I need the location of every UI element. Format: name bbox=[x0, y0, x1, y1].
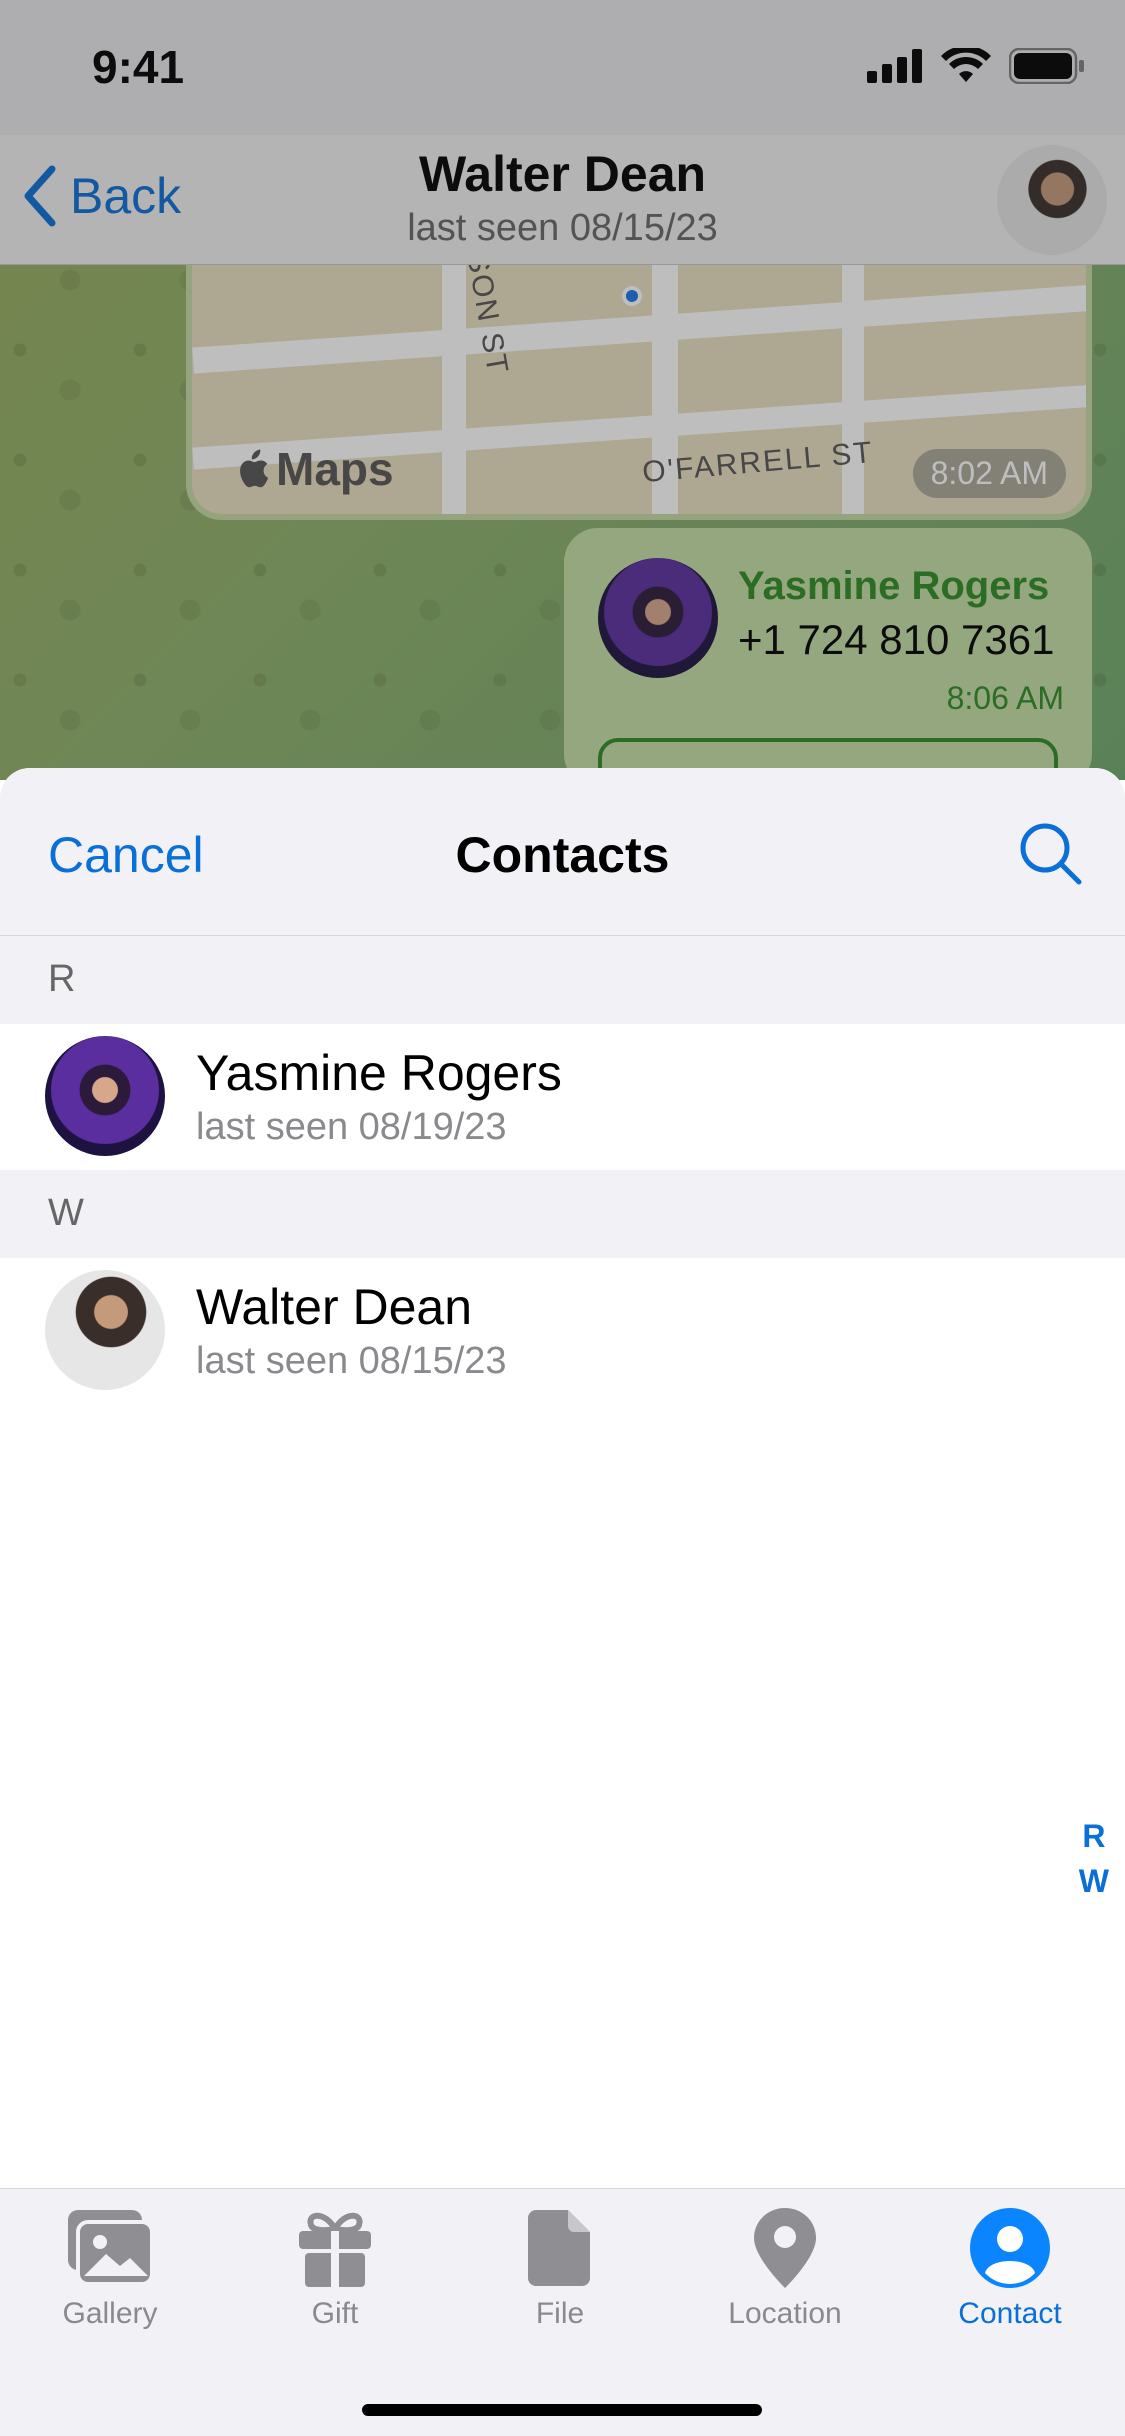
avatar bbox=[45, 1036, 165, 1156]
gallery-icon bbox=[68, 2210, 154, 2286]
section-letter: W bbox=[48, 1192, 84, 1234]
tab-contact[interactable]: Contact bbox=[930, 2205, 1090, 2331]
tab-label: Location bbox=[728, 2297, 842, 2330]
file-icon bbox=[528, 2210, 590, 2286]
sheet-title: Contacts bbox=[455, 827, 670, 883]
tab-label: File bbox=[535, 2297, 585, 2330]
contact-name: Yasmine Rogers bbox=[196, 1045, 562, 1101]
contact-row[interactable]: Yasmine Rogers last seen 08/19/23 bbox=[0, 1024, 1125, 1170]
contact-icon bbox=[970, 2208, 1050, 2288]
location-icon bbox=[754, 2208, 816, 2288]
search-icon[interactable] bbox=[1017, 820, 1083, 886]
tab-file[interactable]: File bbox=[480, 2205, 640, 2331]
background-dim-overlay[interactable] bbox=[0, 0, 1125, 780]
section-letter: R bbox=[48, 958, 76, 1000]
avatar bbox=[45, 1270, 165, 1390]
contact-name: Walter Dean bbox=[196, 1279, 473, 1335]
index-letter[interactable]: W bbox=[1079, 1863, 1109, 1900]
home-indicator bbox=[362, 2404, 762, 2416]
tab-label: Gift bbox=[311, 2297, 359, 2330]
gift-icon bbox=[299, 2212, 371, 2289]
index-letter[interactable]: R bbox=[1082, 1818, 1105, 1855]
tab-label: Contact bbox=[958, 2297, 1062, 2330]
section-header: W bbox=[0, 1170, 1125, 1258]
tab-gallery[interactable]: Gallery bbox=[30, 2205, 190, 2331]
contact-last-seen: last seen 08/15/23 bbox=[196, 1340, 507, 1382]
contact-last-seen: last seen 08/19/23 bbox=[196, 1106, 507, 1148]
section-index[interactable]: R W bbox=[1079, 1818, 1109, 1900]
contacts-sheet: Cancel Contacts R Yasmine Rogers last se… bbox=[0, 768, 1125, 2436]
contact-row[interactable]: Walter Dean last seen 08/15/23 bbox=[0, 1258, 1125, 1404]
tab-gift[interactable]: Gift bbox=[255, 2205, 415, 2331]
sheet-header: Cancel Contacts bbox=[0, 768, 1125, 936]
tab-location[interactable]: Location bbox=[705, 2205, 865, 2331]
attachment-tab-bar: Gallery Gift File Location Contact bbox=[0, 2188, 1125, 2436]
tab-label: Gallery bbox=[62, 2297, 158, 2330]
section-header: R bbox=[0, 936, 1125, 1024]
